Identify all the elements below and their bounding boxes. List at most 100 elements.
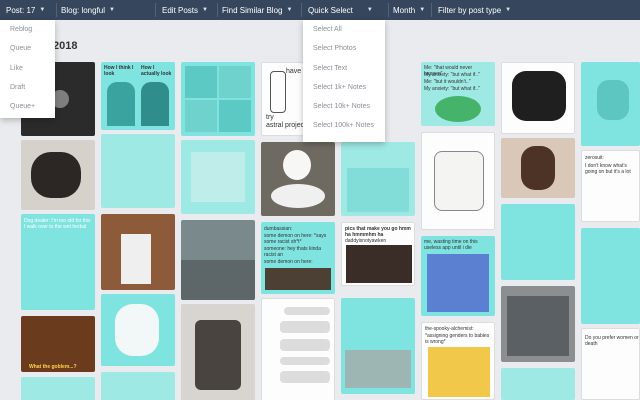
post-tile[interactable]: the-spooky-alchemist: *assigning genders… — [421, 322, 495, 400]
cartoon-image — [428, 347, 490, 397]
post-tile[interactable] — [501, 368, 575, 400]
post-tile[interactable] — [101, 134, 175, 208]
post-caption: someone: hey thats kinda racist an — [264, 246, 321, 258]
comic-panel — [219, 66, 251, 98]
dog-photo — [31, 152, 81, 198]
post-tile[interactable] — [341, 298, 415, 394]
quick-select-label: Quick Select — [308, 5, 353, 15]
quick-select-dropdown[interactable]: Quick Select ▼ — [308, 0, 373, 20]
menu-item-draft[interactable]: Draft — [10, 84, 25, 91]
filter-label: Filter by post type — [438, 5, 502, 15]
chat-bubble — [284, 307, 330, 315]
post-caption: me, wasting time on this useless app unt… — [424, 239, 478, 251]
photo — [265, 268, 331, 290]
menu-item-select-1k-notes[interactable]: Select 1k+ Notes — [313, 84, 366, 91]
filter-post-type-dropdown[interactable]: Filter by post type ▼ — [438, 0, 511, 20]
post-count-label: Post: 17 — [6, 5, 36, 15]
toolbar-divider — [388, 3, 389, 17]
chevron-down-icon: ▼ — [202, 7, 208, 13]
menu-item-select-100k-notes[interactable]: Select 100k+ Notes — [313, 122, 374, 129]
face-photo — [283, 150, 311, 180]
post-tile[interactable] — [501, 204, 575, 280]
post-caption: Dog dealer: I'm too old for this I walk … — [24, 218, 91, 230]
chevron-down-icon: ▼ — [39, 7, 46, 13]
post-caption: How I actually look — [141, 65, 172, 77]
post-caption: astral project — [266, 122, 307, 129]
chevron-down-icon: ▼ — [366, 7, 373, 13]
menu-item-select-all[interactable]: Select All — [313, 26, 342, 33]
photo — [181, 260, 255, 300]
post-tile[interactable] — [501, 286, 575, 362]
post-tile[interactable] — [261, 142, 335, 216]
find-similar-blog-dropdown[interactable]: Find Similar Blog ▼ — [222, 0, 292, 20]
post-tile[interactable]: Me: "that would never happen" My anxiety… — [421, 62, 495, 126]
post-tile[interactable] — [101, 294, 175, 366]
post-caption: zerosuit: — [585, 155, 604, 161]
post-tile[interactable]: Dog dealer: I'm too old for this I walk … — [21, 214, 95, 310]
menu-item-reblog[interactable]: Reblog — [10, 26, 32, 33]
post-tile[interactable] — [581, 228, 640, 324]
photo — [345, 350, 411, 388]
comic-panel — [219, 100, 251, 132]
post-tile[interactable] — [21, 140, 95, 210]
child-photo — [521, 146, 555, 190]
post-tile[interactable] — [341, 142, 415, 216]
chat-bubble — [280, 357, 330, 365]
post-tile[interactable] — [421, 132, 495, 230]
cartoon-image — [107, 82, 135, 126]
menu-item-select-photos[interactable]: Select Photos — [313, 45, 356, 52]
post-caption: the-spooky-alchemist: — [425, 326, 474, 332]
post-tile[interactable]: Do you prefer women or death — [581, 328, 640, 400]
post-caption: Do you prefer women or death — [585, 335, 639, 347]
post-count-dropdown[interactable]: Post: 17 ▼ — [6, 0, 45, 20]
frog-photo — [435, 96, 481, 122]
post-caption: Me: "but it wouldn't.." — [424, 79, 471, 85]
menu-item-queue[interactable]: Queue — [10, 45, 31, 52]
post-tile[interactable]: me, wasting time on this useless app unt… — [421, 236, 495, 316]
photo — [507, 296, 569, 356]
post-tile[interactable] — [581, 62, 640, 146]
menu-item-queue-plus[interactable]: Queue+ — [10, 103, 35, 110]
photo — [597, 80, 629, 120]
post-tile[interactable]: pics that make you go hmm ha hmmmhm ha d… — [341, 222, 415, 286]
post-tile[interactable] — [21, 377, 95, 400]
post-tile[interactable] — [181, 140, 255, 214]
menu-item-select-10k-notes[interactable]: Select 10k+ Notes — [313, 103, 370, 110]
cat-photo — [512, 71, 566, 121]
top-toolbar: Post: 17 ▼ Blog: longful ▼ Edit Posts ▼ … — [0, 0, 640, 20]
post-actions-menu: Reblog Queue Like Draft Queue+ — [0, 20, 55, 118]
cartoon-image — [141, 82, 169, 126]
comic-panel — [185, 66, 217, 98]
post-tile[interactable]: What the goblem...? — [21, 316, 95, 372]
toolbar-divider — [217, 3, 218, 17]
photo — [191, 152, 245, 202]
menu-item-select-text[interactable]: Select Text — [313, 65, 347, 72]
month-dropdown[interactable]: Month ▼ — [393, 0, 425, 20]
blog-dropdown[interactable]: Blog: longful ▼ — [61, 0, 115, 20]
post-tile[interactable] — [101, 372, 175, 400]
post-tile[interactable]: zerosuit: I don't know what's going on b… — [581, 150, 640, 222]
find-similar-label: Find Similar Blog — [222, 5, 283, 15]
post-caption: How I think I look — [104, 65, 134, 77]
blog-label: Blog: longful — [61, 5, 106, 15]
post-tile[interactable] — [261, 298, 335, 400]
menu-item-like[interactable]: Like — [10, 65, 23, 72]
photo — [121, 234, 151, 284]
chat-bubble — [280, 321, 330, 333]
chat-bubble — [280, 339, 330, 351]
post-tile[interactable] — [181, 62, 255, 136]
post-tile[interactable]: dumbassian: some demon on here: *says so… — [261, 222, 335, 294]
post-tile[interactable] — [501, 138, 575, 198]
post-tile[interactable] — [501, 62, 575, 134]
dog-photo — [115, 304, 159, 356]
post-tile[interactable]: How I think I look How I actually look — [101, 62, 175, 130]
quick-select-menu: Select All Select Photos Select Text Sel… — [303, 20, 385, 142]
post-caption: daddyisnotyawken — [345, 238, 387, 244]
edit-posts-dropdown[interactable]: Edit Posts ▼ — [162, 0, 208, 20]
post-tile[interactable] — [101, 214, 175, 290]
toolbar-divider — [56, 3, 57, 17]
post-tile[interactable] — [181, 220, 255, 300]
sketch-figure — [270, 71, 286, 113]
post-tile[interactable] — [181, 304, 255, 400]
cartoon-image — [427, 254, 489, 312]
